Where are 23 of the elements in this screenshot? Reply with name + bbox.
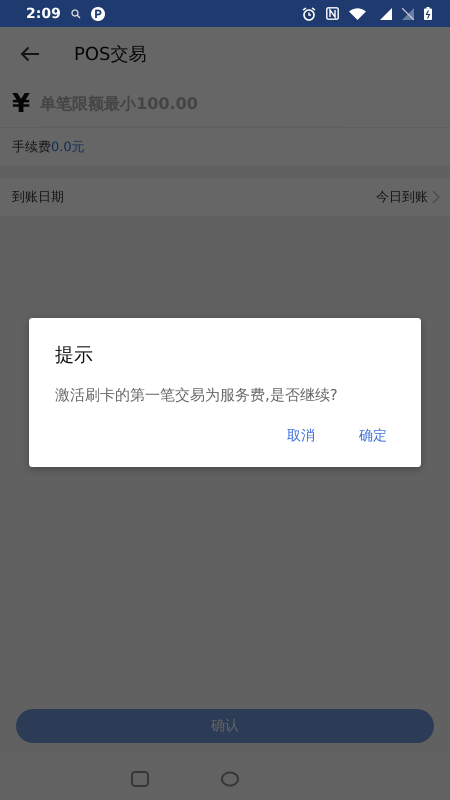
settle-date-label: 到账日期 bbox=[12, 189, 64, 206]
search-icon bbox=[70, 8, 81, 18]
dialog-message: 激活刷卡的第一笔交易为服务费,是否继续? bbox=[55, 386, 339, 405]
chevron-right-icon bbox=[432, 190, 440, 204]
currency-symbol: ¥ bbox=[12, 88, 30, 118]
home-icon[interactable] bbox=[221, 770, 239, 786]
parking-icon bbox=[90, 6, 105, 20]
wifi-icon bbox=[349, 8, 366, 20]
status-time: 2:09 bbox=[26, 6, 61, 22]
fee-label: 手续费 bbox=[12, 139, 51, 156]
dialog-title: 提示 bbox=[55, 343, 94, 368]
fee-value: 0.0元 bbox=[51, 139, 85, 156]
alarm-icon bbox=[302, 6, 316, 20]
back-arrow-icon[interactable] bbox=[20, 46, 40, 62]
battery-icon bbox=[424, 7, 432, 20]
no-signal-icon bbox=[402, 8, 414, 20]
nfc-icon bbox=[326, 7, 339, 20]
dialog-button[interactable]: 确定 bbox=[351, 423, 395, 449]
settle-date-value: 今日到账 bbox=[376, 189, 428, 206]
recents-icon[interactable] bbox=[131, 770, 149, 786]
settle-date-row[interactable]: 到账日期 今日到账 bbox=[0, 178, 450, 216]
page-title: POS交易 bbox=[74, 42, 146, 66]
dialog-button[interactable]: 取消 bbox=[279, 423, 323, 449]
